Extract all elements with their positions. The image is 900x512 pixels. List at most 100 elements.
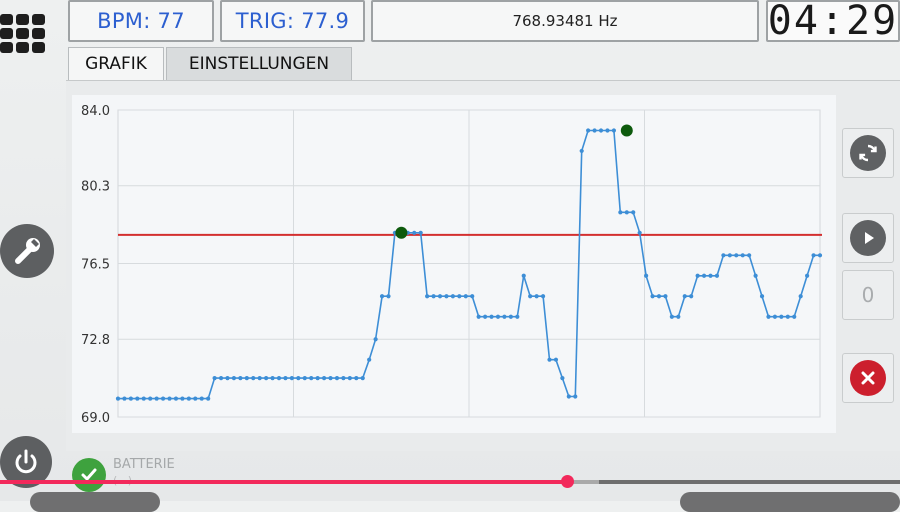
data-point bbox=[805, 273, 810, 278]
frequency-display: 768.93481 Hz bbox=[371, 0, 759, 42]
data-point bbox=[418, 230, 423, 235]
data-point bbox=[727, 253, 732, 258]
data-point bbox=[515, 314, 520, 319]
data-point bbox=[367, 357, 372, 362]
data-point bbox=[296, 376, 301, 381]
data-point bbox=[798, 294, 803, 299]
data-point bbox=[180, 396, 185, 401]
data-point bbox=[682, 294, 687, 299]
data-point bbox=[611, 128, 617, 133]
data-point bbox=[289, 376, 294, 381]
data-point bbox=[257, 376, 262, 381]
data-point bbox=[631, 210, 636, 215]
frequency-value: 768.93481 Hz bbox=[512, 12, 618, 30]
data-point bbox=[321, 376, 327, 381]
data-point bbox=[637, 230, 642, 235]
data-point bbox=[328, 376, 333, 381]
menu-grid-icon[interactable] bbox=[0, 14, 48, 58]
data-point bbox=[231, 376, 237, 381]
data-point bbox=[193, 396, 198, 401]
data-point bbox=[592, 128, 597, 133]
data-point bbox=[122, 396, 127, 401]
y-tick-label: 72.8 bbox=[81, 333, 110, 348]
data-point bbox=[605, 128, 610, 133]
data-point bbox=[708, 273, 713, 278]
data-point bbox=[689, 294, 694, 299]
refresh-button[interactable] bbox=[842, 128, 894, 178]
data-point bbox=[283, 376, 288, 381]
battery-status-icon bbox=[72, 458, 106, 492]
data-point bbox=[309, 376, 314, 381]
data-point bbox=[656, 294, 662, 299]
tab-einstellungen[interactable]: EINSTELLUNGEN bbox=[166, 47, 352, 80]
data-point bbox=[173, 396, 179, 401]
data-point bbox=[573, 394, 578, 399]
close-icon bbox=[850, 360, 886, 396]
power-icon bbox=[15, 449, 37, 474]
clock-value: 04:29 bbox=[767, 0, 899, 44]
data-point bbox=[766, 314, 771, 319]
data-point bbox=[412, 230, 417, 235]
data-point bbox=[650, 294, 655, 299]
data-point bbox=[566, 394, 571, 399]
data-point bbox=[244, 376, 249, 381]
data-point bbox=[135, 396, 140, 401]
data-point bbox=[431, 294, 436, 299]
data-point bbox=[302, 376, 307, 381]
data-point bbox=[785, 314, 790, 319]
data-point bbox=[347, 376, 352, 381]
data-point bbox=[586, 128, 591, 133]
data-point bbox=[695, 273, 700, 278]
data-point bbox=[740, 253, 745, 258]
data-point bbox=[753, 273, 758, 278]
data-point bbox=[264, 376, 269, 381]
data-point bbox=[154, 396, 159, 401]
data-point bbox=[579, 148, 584, 154]
data-point bbox=[167, 396, 172, 401]
data-point bbox=[676, 314, 681, 319]
data-point bbox=[553, 357, 559, 362]
tab-grafik-label: GRAFIK bbox=[85, 54, 147, 74]
data-point bbox=[502, 314, 507, 319]
progress-knob[interactable] bbox=[561, 475, 574, 488]
data-point bbox=[663, 294, 668, 299]
clock-display: 04:29 bbox=[766, 0, 900, 44]
data-point bbox=[148, 396, 153, 401]
data-point bbox=[644, 273, 649, 278]
data-point bbox=[457, 294, 462, 299]
settings-wrench-button[interactable] bbox=[0, 224, 54, 278]
data-point bbox=[276, 376, 282, 381]
data-point bbox=[476, 314, 481, 319]
data-point bbox=[270, 376, 275, 381]
close-button[interactable] bbox=[842, 353, 894, 403]
data-point bbox=[115, 396, 121, 401]
data-point bbox=[206, 396, 211, 401]
peak-marker bbox=[620, 124, 633, 137]
bottom-control-left[interactable] bbox=[30, 492, 160, 512]
data-point bbox=[334, 376, 340, 381]
counter-value: 0 bbox=[861, 283, 875, 307]
data-point bbox=[360, 376, 365, 381]
data-point bbox=[779, 314, 784, 319]
play-button[interactable] bbox=[842, 213, 894, 263]
play-icon bbox=[850, 220, 886, 256]
battery-label: BATTERIE bbox=[113, 457, 175, 472]
data-point bbox=[534, 294, 539, 299]
data-point bbox=[483, 314, 488, 319]
wrench-icon bbox=[15, 238, 40, 264]
tab-einstellungen-label: EINSTELLUNGEN bbox=[188, 54, 330, 74]
data-point bbox=[450, 294, 455, 299]
data-point bbox=[186, 396, 191, 401]
y-tick-label: 69.0 bbox=[81, 411, 110, 426]
data-point bbox=[734, 253, 739, 258]
trigger-display[interactable]: TRIG: 77.9 bbox=[220, 0, 365, 42]
tab-grafik[interactable]: GRAFIK bbox=[68, 47, 164, 80]
data-point bbox=[508, 314, 513, 319]
bpm-display: BPM: 77 bbox=[68, 0, 214, 42]
data-point bbox=[560, 376, 565, 381]
data-point bbox=[463, 294, 468, 299]
data-point bbox=[425, 294, 430, 299]
bottom-control-right[interactable] bbox=[680, 492, 900, 512]
data-point bbox=[669, 314, 674, 319]
data-point bbox=[470, 294, 475, 299]
